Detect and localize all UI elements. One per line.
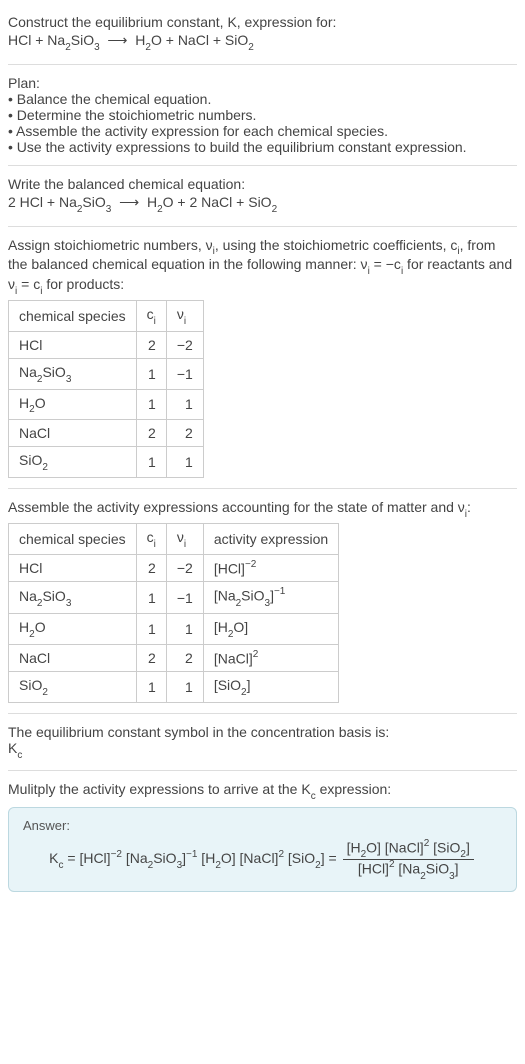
table-row: SiO2 1 1 [SiO2]	[9, 672, 339, 703]
cell-ci: 1	[136, 447, 166, 478]
cell-activity: [Na2SiO3]−1	[203, 582, 338, 613]
cell-species: HCl	[9, 331, 137, 358]
answer-expression: Kc = [HCl]−2 [Na2SiO3]−1 [H2O] [NaCl]2 […	[23, 839, 502, 881]
intro-line1: Construct the equilibrium constant, K, e…	[8, 14, 517, 30]
assign-section: Assign stoichiometric numbers, νi, using…	[8, 231, 517, 485]
cell-vi: 2	[166, 644, 203, 672]
cell-ci: 2	[136, 554, 166, 582]
cell-vi: 2	[166, 420, 203, 447]
cell-ci: 1	[136, 672, 166, 703]
balanced-section: Write the balanced chemical equation: 2 …	[8, 170, 517, 222]
th-species: chemical species	[9, 523, 137, 554]
cell-vi: −2	[166, 554, 203, 582]
cell-vi: 1	[166, 447, 203, 478]
cell-vi: 1	[166, 672, 203, 703]
answer-box: Answer: Kc = [HCl]−2 [Na2SiO3]−1 [H2O] […	[8, 807, 517, 892]
th-species: chemical species	[9, 300, 137, 331]
cell-vi: −1	[166, 358, 203, 389]
cell-ci: 1	[136, 358, 166, 389]
divider	[8, 713, 517, 714]
cell-ci: 1	[136, 582, 166, 613]
cell-activity: [NaCl]2	[203, 644, 338, 672]
stoichiometric-table: chemical species ci νi HCl 2 −2 Na2SiO3 …	[8, 300, 204, 478]
cell-vi: 1	[166, 613, 203, 644]
cell-activity: [H2O]	[203, 613, 338, 644]
th-ci: ci	[136, 300, 166, 331]
divider	[8, 64, 517, 65]
cell-species: HCl	[9, 554, 137, 582]
cell-ci: 2	[136, 420, 166, 447]
cell-ci: 2	[136, 331, 166, 358]
cell-species: Na2SiO3	[9, 582, 137, 613]
table-header-row: chemical species ci νi	[9, 300, 204, 331]
th-vi: νi	[166, 523, 203, 554]
table-row: H2O 1 1 [H2O]	[9, 613, 339, 644]
cell-species: NaCl	[9, 644, 137, 672]
cell-activity: [SiO2]	[203, 672, 338, 703]
divider	[8, 165, 517, 166]
multiply-section: Mulitply the activity expressions to arr…	[8, 775, 517, 898]
assign-text: Assign stoichiometric numbers, νi, using…	[8, 237, 517, 296]
divider	[8, 488, 517, 489]
activity-table: chemical species ci νi activity expressi…	[8, 523, 339, 703]
fraction-denominator: [HCl]2 [Na2SiO3]	[343, 860, 474, 880]
cell-species: H2O	[9, 389, 137, 420]
table-header-row: chemical species ci νi activity expressi…	[9, 523, 339, 554]
plan-item: • Use the activity expressions to build …	[8, 139, 517, 155]
th-ci: ci	[136, 523, 166, 554]
table-row: Na2SiO3 1 −1 [Na2SiO3]−1	[9, 582, 339, 613]
intro-equation: HCl + Na2SiO3 ⟶ H2O + NaCl + SiO2	[8, 30, 517, 54]
cell-species: H2O	[9, 613, 137, 644]
cell-species: Na2SiO3	[9, 358, 137, 389]
table-row: HCl 2 −2	[9, 331, 204, 358]
table-row: SiO2 1 1	[9, 447, 204, 478]
balanced-heading: Write the balanced chemical equation:	[8, 176, 517, 192]
cell-ci: 2	[136, 644, 166, 672]
table-row: NaCl 2 2	[9, 420, 204, 447]
cell-vi: −2	[166, 331, 203, 358]
cell-ci: 1	[136, 389, 166, 420]
assemble-text: Assemble the activity expressions accoun…	[8, 499, 517, 519]
answer-lhs: Kc = [HCl]−2 [Na2SiO3]−1 [H2O] [NaCl]2 […	[49, 850, 340, 866]
table-row: NaCl 2 2 [NaCl]2	[9, 644, 339, 672]
fraction-numerator: [H2O] [NaCl]2 [SiO2]	[343, 839, 474, 860]
multiply-text: Mulitply the activity expressions to arr…	[8, 781, 517, 801]
intro-section: Construct the equilibrium constant, K, e…	[8, 8, 517, 60]
answer-fraction: [H2O] [NaCl]2 [SiO2] [HCl]2 [Na2SiO3]	[343, 839, 474, 881]
table-row: HCl 2 −2 [HCl]−2	[9, 554, 339, 582]
cell-species: SiO2	[9, 672, 137, 703]
cell-ci: 1	[136, 613, 166, 644]
table-row: H2O 1 1	[9, 389, 204, 420]
cell-species: SiO2	[9, 447, 137, 478]
eq-symbol-text: The equilibrium constant symbol in the c…	[8, 724, 517, 740]
divider	[8, 226, 517, 227]
plan-item: • Assemble the activity expression for e…	[8, 123, 517, 139]
divider	[8, 770, 517, 771]
plan-section: Plan: • Balance the chemical equation. •…	[8, 69, 517, 161]
cell-vi: 1	[166, 389, 203, 420]
plan-heading: Plan:	[8, 75, 517, 91]
assemble-section: Assemble the activity expressions accoun…	[8, 493, 517, 709]
balanced-equation: 2 HCl + Na2SiO3 ⟶ H2O + 2 NaCl + SiO2	[8, 192, 517, 216]
eq-symbol-section: The equilibrium constant symbol in the c…	[8, 718, 517, 766]
cell-vi: −1	[166, 582, 203, 613]
th-activity: activity expression	[203, 523, 338, 554]
plan-item: • Determine the stoichiometric numbers.	[8, 107, 517, 123]
cell-activity: [HCl]−2	[203, 554, 338, 582]
plan-item: • Balance the chemical equation.	[8, 91, 517, 107]
th-vi: νi	[166, 300, 203, 331]
cell-species: NaCl	[9, 420, 137, 447]
table-row: Na2SiO3 1 −1	[9, 358, 204, 389]
eq-symbol-kc: Kc	[8, 740, 517, 760]
answer-label: Answer:	[23, 818, 502, 833]
